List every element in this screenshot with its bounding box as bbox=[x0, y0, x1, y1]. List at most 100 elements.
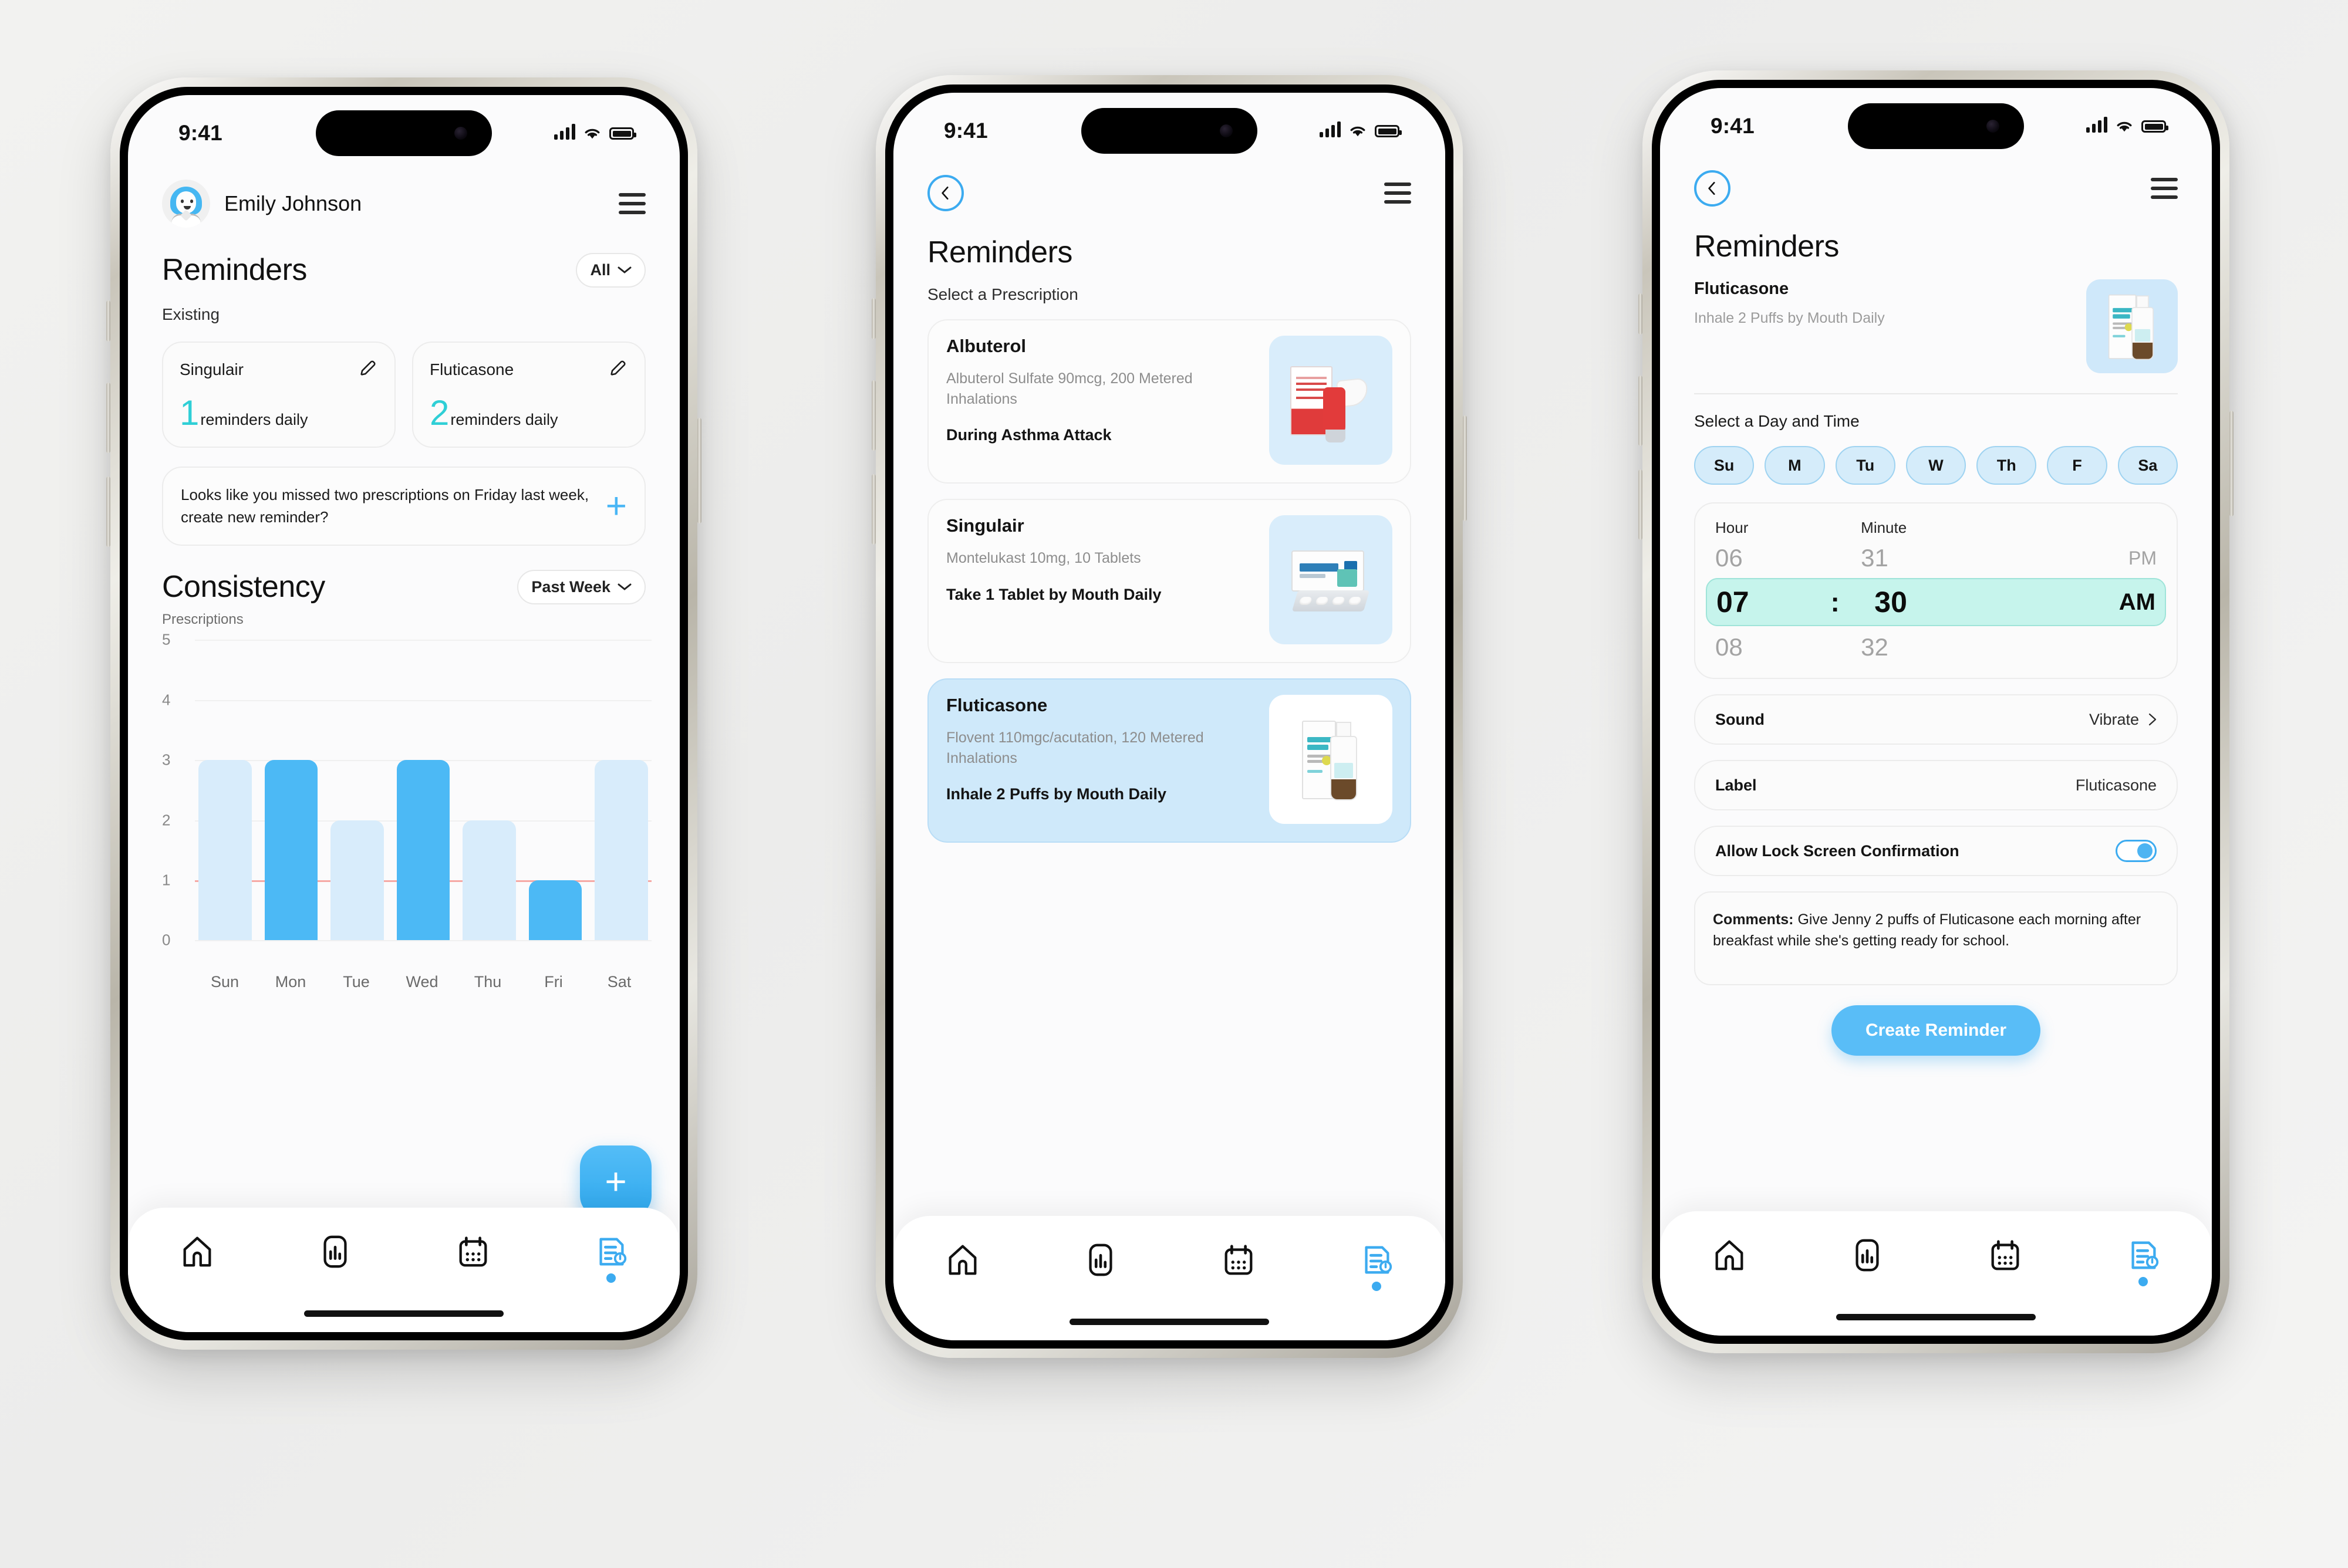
back-button[interactable] bbox=[927, 175, 964, 211]
time-picker[interactable]: Hour Minute 06 31 PM 07 : 30 AM 08 32 bbox=[1694, 502, 2178, 679]
volume-down-button[interactable] bbox=[872, 474, 876, 545]
consistency-title: Consistency bbox=[162, 570, 325, 604]
nav-reminders[interactable] bbox=[1352, 1242, 1401, 1291]
reminder-card-singulair[interactable]: Singulair 1 reminders daily bbox=[162, 342, 396, 448]
time-separator: : bbox=[1830, 587, 1840, 617]
prescription-thumbnail-singulair bbox=[1269, 515, 1392, 644]
toggle-label: Allow Lock Screen Confirmation bbox=[1715, 842, 1959, 860]
nav-calendar[interactable] bbox=[1214, 1242, 1263, 1278]
day-pill-su[interactable]: Su bbox=[1694, 446, 1755, 485]
nav-stats[interactable] bbox=[1076, 1242, 1125, 1278]
mute-switch[interactable] bbox=[1638, 293, 1642, 334]
day-pill-f[interactable]: F bbox=[2047, 446, 2107, 485]
front-camera-icon bbox=[454, 127, 467, 140]
active-indicator-dot bbox=[1371, 1282, 1381, 1291]
volume-up-button[interactable] bbox=[106, 383, 110, 453]
setting-row-lock-screen[interactable]: Allow Lock Screen Confirmation bbox=[1694, 826, 2178, 876]
missed-prescription-alert[interactable]: Looks like you missed two prescriptions … bbox=[162, 467, 646, 546]
nav-calendar[interactable] bbox=[448, 1234, 498, 1270]
home-indicator[interactable] bbox=[1070, 1319, 1269, 1325]
summary-directions: Inhale 2 Puffs by Mouth Daily bbox=[1694, 310, 1885, 326]
home-indicator[interactable] bbox=[1836, 1314, 2036, 1320]
mute-switch[interactable] bbox=[106, 300, 110, 342]
prescription-description: Montelukast 10mg, 10 Tablets bbox=[946, 550, 1141, 566]
back-button[interactable] bbox=[1694, 170, 1730, 207]
active-indicator-dot bbox=[2138, 1277, 2148, 1286]
reminder-card-count: 1 bbox=[180, 393, 200, 432]
power-button[interactable] bbox=[1463, 415, 1467, 521]
prescription-directions: Inhale 2 Puffs by Mouth Daily bbox=[946, 785, 1167, 803]
cellular-signal-icon bbox=[554, 123, 575, 140]
select-prescription-label: Select a Prescription bbox=[927, 285, 1078, 303]
page-title: Reminders bbox=[927, 235, 1072, 269]
menu-icon[interactable] bbox=[1384, 183, 1411, 204]
menu-icon[interactable] bbox=[619, 193, 646, 214]
add-reminder-plus-icon[interactable]: + bbox=[606, 488, 627, 524]
day-pill-sa[interactable]: Sa bbox=[2117, 446, 2178, 485]
floating-add-button[interactable]: + bbox=[580, 1145, 652, 1217]
lock-screen-toggle[interactable] bbox=[2116, 840, 2157, 862]
status-time: 9:41 bbox=[1711, 114, 1755, 138]
time-row-selected[interactable]: 07 : 30 AM bbox=[1706, 578, 2166, 626]
nav-home[interactable] bbox=[1705, 1237, 1754, 1273]
nav-home[interactable] bbox=[938, 1242, 987, 1278]
setting-row-label[interactable]: Label Fluticasone bbox=[1694, 760, 2178, 810]
day-pill-m[interactable]: M bbox=[1765, 446, 1825, 485]
day-pill-tu[interactable]: Tu bbox=[1835, 446, 1895, 485]
reminder-card-count: 2 bbox=[430, 393, 450, 432]
pencil-glyph bbox=[360, 360, 376, 376]
cellular-signal-icon bbox=[2086, 116, 2107, 133]
nav-home[interactable] bbox=[173, 1234, 222, 1270]
pencil-glyph bbox=[610, 360, 626, 376]
nav-reminders[interactable] bbox=[586, 1234, 636, 1283]
time-picker-headers: Hour Minute bbox=[1695, 519, 2177, 537]
time-row-next[interactable]: 08 32 bbox=[1695, 633, 2177, 661]
reminder-card-fluticasone[interactable]: Fluticasone 2 reminders daily bbox=[412, 342, 646, 448]
chart-x-tick: Sun bbox=[210, 973, 239, 991]
bottom-navigation bbox=[893, 1216, 1445, 1340]
prescription-card-fluticasone[interactable]: Fluticasone Flovent 110mgc/acutation, 12… bbox=[927, 678, 1411, 843]
nav-calendar[interactable] bbox=[1981, 1237, 2030, 1273]
prescription-name: Singulair bbox=[946, 515, 1024, 536]
chart-x-tick: Fri bbox=[544, 973, 563, 991]
menu-icon[interactable] bbox=[2151, 178, 2178, 199]
chart-y-axis-caption: Prescriptions bbox=[162, 611, 244, 628]
edit-pencil-icon[interactable] bbox=[608, 358, 628, 381]
prescription-thumbnail-fluticasone bbox=[1269, 695, 1392, 824]
nav-stats[interactable] bbox=[311, 1234, 360, 1270]
reminder-cards-row: Singulair 1 reminders daily Fluticasone … bbox=[162, 342, 646, 448]
battery-icon bbox=[609, 127, 636, 140]
volume-down-button[interactable] bbox=[1638, 469, 1642, 540]
wifi-icon bbox=[1350, 126, 1365, 137]
mute-switch[interactable] bbox=[872, 298, 876, 339]
front-camera-icon bbox=[1986, 120, 1999, 133]
phone-2-frame: 9:41 Reminders Select a Prescription Alb… bbox=[872, 75, 1467, 1358]
comments-box[interactable]: Comments: Give Jenny 2 puffs of Fluticas… bbox=[1694, 891, 2178, 985]
prescription-name: Fluticasone bbox=[946, 695, 1048, 715]
filter-dropdown[interactable]: All bbox=[576, 252, 646, 288]
chart-x-tick: Wed bbox=[406, 973, 438, 991]
nav-reminders[interactable] bbox=[2118, 1237, 2168, 1286]
volume-up-button[interactable] bbox=[1638, 376, 1642, 446]
phone-3-frame: 9:41 Reminders Fluticasone Inhale 2 Puff… bbox=[1638, 70, 2234, 1353]
range-dropdown[interactable]: Past Week bbox=[517, 569, 646, 604]
select-day-time-label: Select a Day and Time bbox=[1694, 412, 1860, 430]
create-reminder-button[interactable]: Create Reminder bbox=[1831, 1005, 2040, 1056]
time-row-previous[interactable]: 06 31 PM bbox=[1695, 544, 2177, 572]
power-button[interactable] bbox=[697, 418, 701, 523]
volume-down-button[interactable] bbox=[106, 477, 110, 547]
power-button[interactable] bbox=[2229, 411, 2234, 516]
home-indicator[interactable] bbox=[304, 1310, 504, 1317]
day-pill-th[interactable]: Th bbox=[1976, 446, 2037, 485]
prescription-card-singulair[interactable]: Singulair Montelukast 10mg, 10 Tablets T… bbox=[927, 499, 1411, 663]
profile-block[interactable]: Emily Johnson bbox=[162, 180, 362, 228]
day-pill-w[interactable]: W bbox=[1905, 446, 1966, 485]
prescription-card-albuterol[interactable]: Albuterol Albuterol Sulfate 90mcg, 200 M… bbox=[927, 319, 1411, 484]
nav-stats[interactable] bbox=[1843, 1237, 1892, 1273]
setting-row-sound[interactable]: Sound Vibrate bbox=[1694, 694, 2178, 745]
prev-period: PM bbox=[2128, 547, 2157, 569]
volume-up-button[interactable] bbox=[872, 380, 876, 451]
page-title: Reminders bbox=[162, 253, 307, 287]
alert-text: Looks like you missed two prescriptions … bbox=[181, 486, 589, 526]
edit-pencil-icon[interactable] bbox=[358, 358, 378, 381]
